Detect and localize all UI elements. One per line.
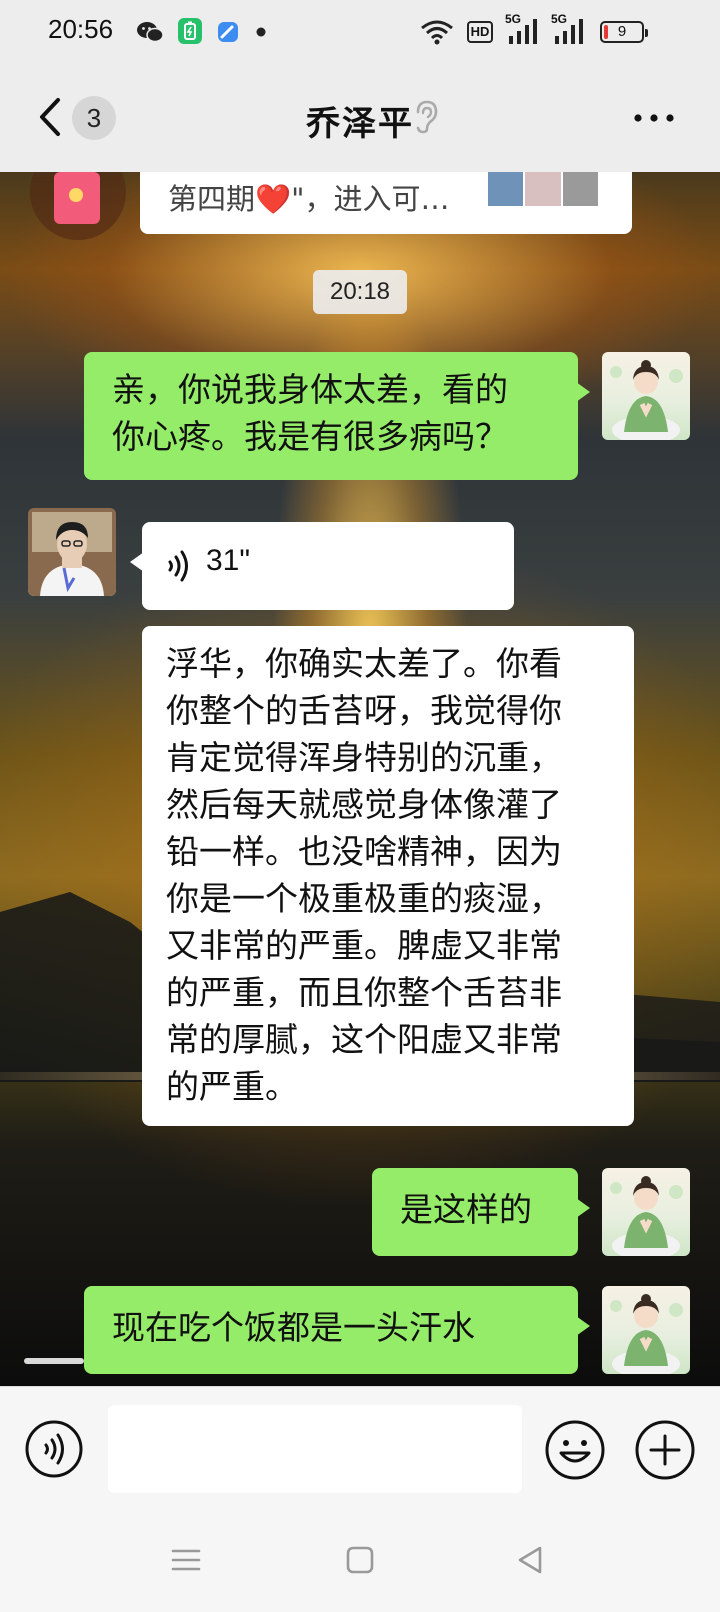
chat-area[interactable]: 第四期❤️"，进入可… 20:18 亲，你说我身体太差，看的 你心疼。我是有很多… (0, 172, 720, 1386)
chat-title: 乔泽平 (306, 104, 414, 144)
shared-card-thumbnail (488, 172, 598, 206)
plus-icon (635, 1420, 695, 1480)
battery-saver-icon (178, 18, 202, 44)
chat-header: 3 乔泽平 (0, 66, 720, 172)
wechat-icon (136, 18, 164, 46)
message-text: 现在吃个饭都是一头汗水 (112, 1308, 475, 1347)
voice-message-bubble[interactable]: 31" (130, 522, 514, 610)
system-nav-bar (0, 1510, 720, 1612)
message-line: 常的厚腻，这个阳虚又非常 (166, 1020, 562, 1059)
message-text: 是这样的 (400, 1190, 532, 1229)
voice-wave-icon (168, 550, 188, 582)
system-back-button[interactable] (512, 1542, 548, 1578)
message-input[interactable] (108, 1405, 522, 1493)
my-message-bubble[interactable]: 现在吃个饭都是一头汗水 (84, 1286, 590, 1374)
input-bar (0, 1386, 720, 1510)
back-triangle-icon (518, 1546, 542, 1574)
status-bar: 20:56 HD 5G 5G 9 (0, 0, 720, 66)
home-button[interactable] (342, 1542, 378, 1578)
message-line: 铅一样。也没啥精神，因为 (166, 832, 562, 871)
recent-apps-button[interactable] (168, 1542, 204, 1578)
my-avatar[interactable] (602, 352, 690, 440)
wifi-icon (420, 18, 454, 46)
battery-icon: 9 (598, 18, 648, 46)
status-time: 20:56 (48, 14, 114, 44)
message-line: 你心疼。我是有很多病吗？ (112, 417, 508, 456)
my-avatar[interactable] (602, 1168, 690, 1256)
voice-input-button[interactable] (24, 1419, 84, 1479)
more-actions-button[interactable] (634, 1419, 696, 1481)
message-line: 然后每天就感觉身体像灌了 (166, 785, 562, 824)
emoji-button[interactable] (544, 1419, 606, 1481)
more-options-button[interactable] (632, 110, 676, 126)
voice-input-icon (25, 1420, 83, 1478)
ear-icon (412, 100, 438, 134)
message-line: 你整个的舌苔呀，我觉得你 (166, 691, 562, 730)
message-line: 浮华，你确实太差了。你看 (166, 644, 562, 683)
message-line: 亲，你说我身体太差，看的 (112, 370, 508, 409)
app-icon (216, 18, 240, 46)
shared-card-text: 第四期❤️"，进入可… (168, 182, 450, 216)
signal-5g-icon: 5G (551, 12, 587, 46)
battery-level: 9 (617, 23, 627, 40)
my-avatar[interactable] (602, 1286, 690, 1374)
contact-avatar[interactable] (28, 508, 116, 596)
emoji-icon (545, 1420, 605, 1480)
menu-icon (171, 1549, 201, 1571)
message-timestamp: 20:18 (313, 270, 407, 314)
home-icon (346, 1546, 374, 1574)
more-icon (634, 114, 674, 122)
dot-icon (256, 18, 266, 46)
red-packet-icon (54, 172, 100, 224)
contact-message-bubble[interactable]: 浮华，你确实太差了。你看 你整个的舌苔呀，我觉得你 肯定觉得浑身特别的沉重， 然… (142, 626, 634, 1126)
voice-duration: 31" (206, 544, 251, 577)
my-message-bubble[interactable]: 亲，你说我身体太差，看的 你心疼。我是有很多病吗？ (84, 352, 590, 480)
message-line: 又非常的严重。脾虚又非常 (166, 926, 562, 965)
signal-5g-icon: 5G (505, 12, 541, 46)
message-line: 的严重。 (166, 1067, 298, 1106)
hd-icon: HD (464, 18, 496, 46)
shared-card[interactable]: 第四期❤️"，进入可… (140, 172, 632, 234)
message-line: 你是一个极重极重的痰湿， (166, 879, 562, 918)
message-line: 的严重，而且你整个舌苔非 (166, 973, 562, 1012)
my-message-bubble[interactable]: 是这样的 (372, 1168, 590, 1256)
message-line: 肯定觉得浑身特别的沉重， (166, 738, 562, 777)
scroll-indicator (24, 1358, 84, 1364)
